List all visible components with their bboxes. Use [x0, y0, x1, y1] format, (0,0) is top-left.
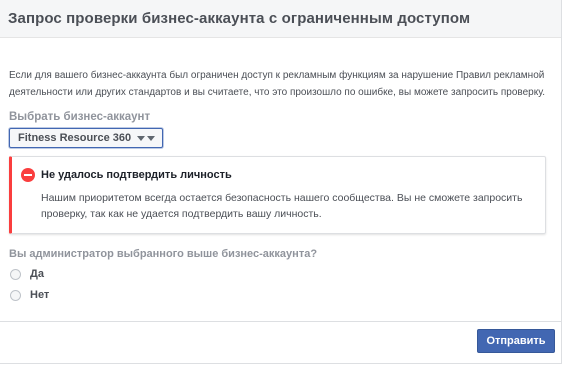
account-select-label: Выбрать бизнес-аккаунт	[9, 111, 151, 123]
dialog-footer: Отправить	[0, 321, 561, 363]
radio-option-yes[interactable]: Да	[9, 266, 549, 282]
radio-label-no: Нет	[30, 289, 50, 301]
radio-option-no[interactable]: Нет	[9, 287, 549, 303]
admin-question-label: Вы администратор выбранного выше бизнес-…	[9, 248, 318, 260]
dropdown-caret-icon-2	[147, 135, 156, 141]
error-title: Не удалось подтвердить личность	[41, 169, 232, 181]
error-message-box: Не удалось подтвердить личность Нашим пр…	[9, 156, 546, 234]
error-minus-icon	[21, 168, 35, 182]
dialog-body: Если для вашего бизнес-аккаунта был огра…	[0, 67, 561, 303]
submit-button[interactable]: Отправить	[477, 329, 555, 353]
business-account-dropdown[interactable]: Fitness Resource 360	[9, 128, 164, 148]
review-request-dialog: Запрос проверки бизнес-аккаунта с ограни…	[0, 0, 562, 364]
dropdown-caret-icon	[137, 135, 146, 141]
radio-label-yes: Да	[30, 268, 44, 280]
dialog-header: Запрос проверки бизнес-аккаунта с ограни…	[0, 0, 561, 38]
error-content: Не удалось подтвердить личность Нашим пр…	[41, 167, 533, 222]
radio-button-no[interactable]	[10, 289, 21, 301]
radio-button-yes[interactable]	[10, 268, 21, 280]
intro-text: Если для вашего бизнес-аккаунта был огра…	[9, 70, 545, 98]
error-text: Нашим приоритетом всегда остается безопа…	[41, 192, 523, 220]
dialog-title: Запрос проверки бизнес-аккаунта с ограни…	[8, 10, 471, 27]
selected-account: Fitness Resource 360	[18, 132, 132, 144]
